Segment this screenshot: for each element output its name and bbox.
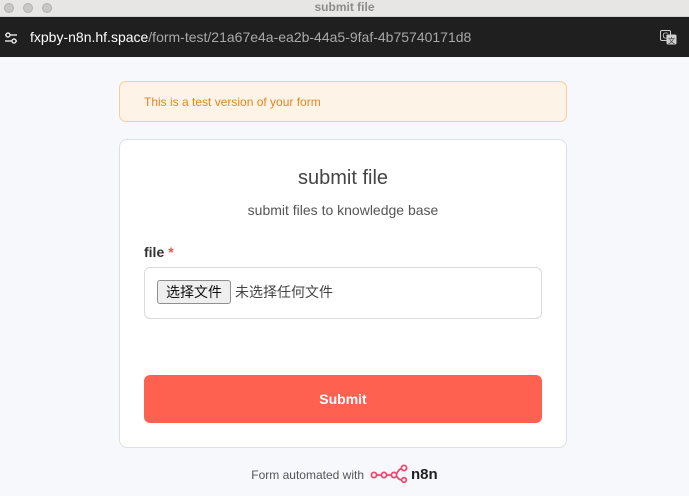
notice-text: This is a test version of your form bbox=[144, 95, 321, 109]
file-field-label: file * bbox=[144, 244, 174, 260]
footer: Form automated with n8n bbox=[0, 463, 689, 486]
url-host: fxpby-n8n.hf.space bbox=[30, 29, 149, 45]
form-subtitle: submit files to knowledge base bbox=[247, 202, 439, 218]
file-field-label-text: file bbox=[144, 244, 165, 260]
file-input[interactable]: 选择文件 未选择任何文件 bbox=[144, 267, 542, 319]
site-settings-icon[interactable] bbox=[4, 31, 18, 44]
window-titlebar: submit file bbox=[0, 0, 689, 17]
test-version-notice: This is a test version of your form bbox=[119, 81, 567, 122]
window-title: submit file bbox=[314, 0, 375, 14]
translate-icon[interactable]: G 文 bbox=[660, 30, 677, 45]
n8n-brand-link[interactable]: n8n bbox=[370, 463, 438, 486]
required-marker: * bbox=[168, 244, 174, 260]
n8n-logo-icon bbox=[370, 463, 408, 486]
choose-file-button[interactable]: 选择文件 bbox=[157, 280, 231, 304]
form-title: submit file bbox=[297, 167, 389, 189]
footer-text: Form automated with bbox=[251, 467, 365, 482]
no-file-chosen-text: 未选择任何文件 bbox=[235, 284, 333, 300]
form-card: submit file submit files to knowledge ba… bbox=[119, 139, 567, 448]
url-path: /form-test/21a67e4a-ea2b-44a5-9faf-4b757… bbox=[148, 29, 472, 45]
svg-text:文: 文 bbox=[668, 36, 675, 45]
n8n-brand-text: n8n bbox=[411, 466, 438, 483]
submit-button[interactable]: Submit bbox=[144, 375, 542, 423]
url-text[interactable]: fxpby-n8n.hf.space/form-test/21a67e4a-ea… bbox=[30, 29, 471, 45]
address-bar[interactable]: fxpby-n8n.hf.space/form-test/21a67e4a-ea… bbox=[0, 17, 689, 57]
